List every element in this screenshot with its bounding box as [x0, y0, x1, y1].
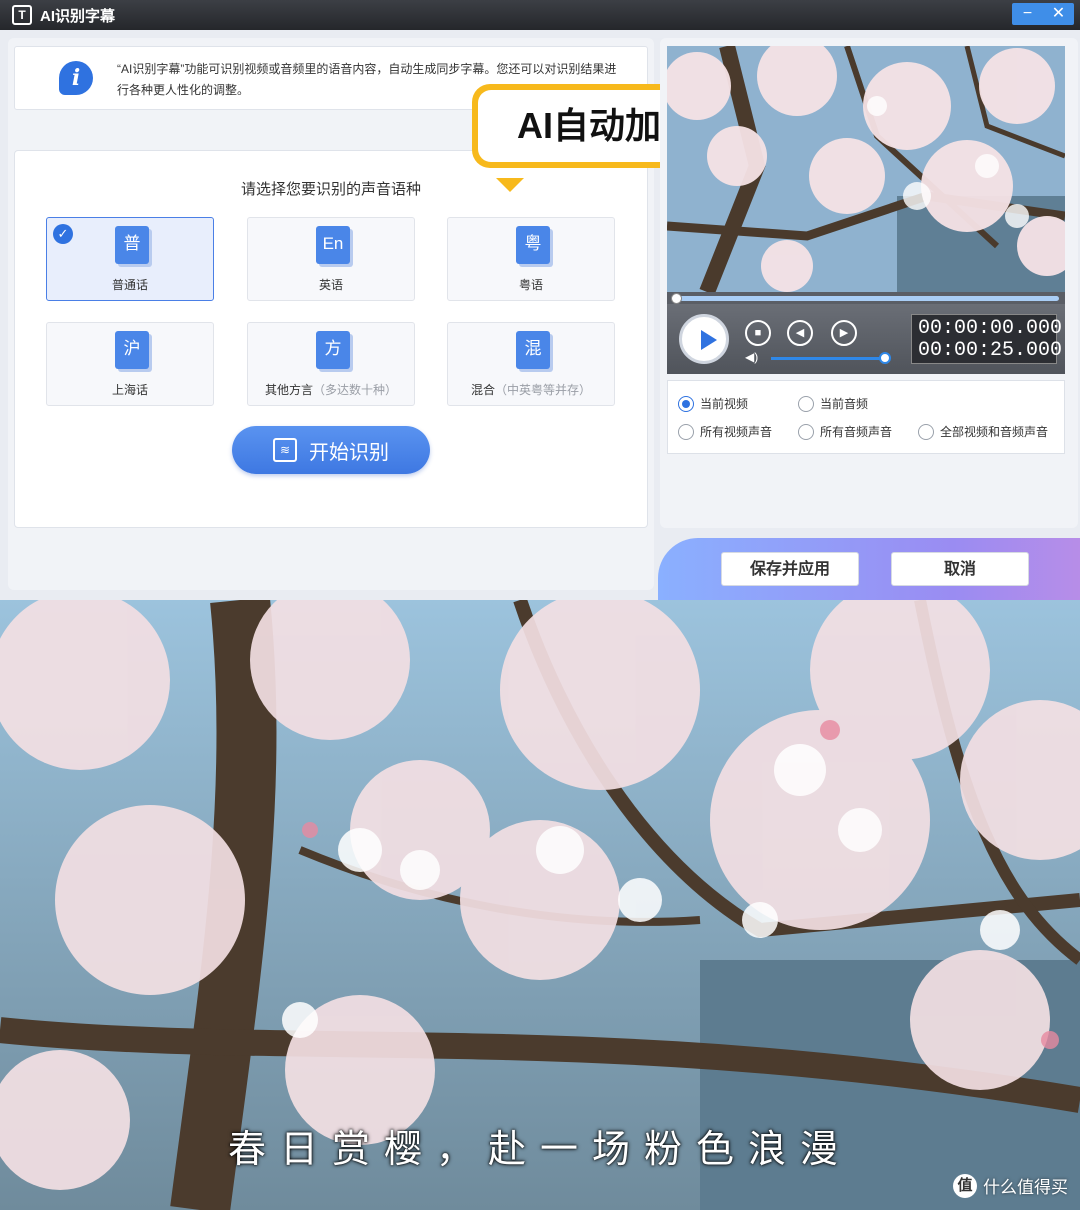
- radio-all-video-and-audio[interactable]: 全部视频和音频声音: [918, 423, 1048, 440]
- language-label: 普通话: [111, 278, 148, 292]
- radio-dot: [918, 423, 934, 440]
- language-label: 粤语: [518, 278, 543, 292]
- watermark-text: 什么值得买: [983, 1178, 1068, 1197]
- language-option-mandarin[interactable]: ✓ 普 普通话: [46, 217, 214, 301]
- radio-current-audio[interactable]: 当前音频: [798, 395, 868, 412]
- radio-all-video-audio[interactable]: 所有视频声音: [678, 423, 772, 440]
- radio-dot: [798, 395, 814, 412]
- book-icon: 混: [516, 331, 550, 369]
- progress-track[interactable]: [671, 293, 1059, 304]
- stop-icon[interactable]: ■: [745, 320, 771, 346]
- subtitle-caption: 春日赏樱，赴一场粉色浪漫: [227, 1127, 852, 1171]
- audio-source-panel: 当前视频 当前音频 所有视频声音 所有音频声音 全部视频和音频声音: [667, 380, 1065, 454]
- language-option-shanghainese[interactable]: 沪 上海话: [46, 322, 214, 406]
- next-frame-icon[interactable]: ▶: [831, 320, 857, 346]
- cancel-button[interactable]: 取消: [891, 552, 1029, 586]
- book-icon: 沪: [115, 331, 149, 369]
- title-bar: T AI识别字幕 − ✕: [0, 0, 1080, 30]
- language-label: 其他方言（多达数十种）: [264, 383, 398, 397]
- language-label: 混合（中英粤等并存）: [470, 383, 592, 397]
- radio-dot: [678, 395, 694, 412]
- language-label: 上海话: [111, 383, 148, 397]
- language-option-dialects[interactable]: 方 其他方言（多达数十种）: [247, 322, 415, 406]
- checkmark-icon: ✓: [53, 224, 73, 244]
- total-time: 00:00:25.000: [918, 339, 1063, 362]
- scan-icon: ≋: [273, 438, 297, 462]
- watermark-logo-icon: 值: [953, 1173, 977, 1198]
- book-icon: 方: [316, 331, 350, 369]
- app-logo-icon: T: [12, 5, 32, 25]
- start-recognition-label: 开始识别: [309, 441, 389, 464]
- radio-all-audio[interactable]: 所有音频声音: [798, 423, 892, 440]
- book-icon: 粤: [516, 226, 550, 264]
- radio-dot: [798, 423, 814, 440]
- radio-dot: [678, 423, 694, 440]
- language-option-english[interactable]: En 英语: [247, 217, 415, 301]
- window-title: AI识别字幕: [40, 7, 116, 25]
- time-display: 00:00:00.000 00:00:25.000: [911, 314, 1063, 364]
- minimize-button[interactable]: −: [1012, 3, 1043, 25]
- volume-knob[interactable]: [879, 352, 891, 364]
- language-heading: 请选择您要识别的声音语种: [240, 181, 421, 198]
- language-option-cantonese[interactable]: 粤 粤语: [447, 217, 615, 301]
- play-button[interactable]: [679, 314, 729, 364]
- current-time: 00:00:00.000: [918, 317, 1063, 340]
- language-label: 英语: [318, 278, 343, 292]
- radio-current-video[interactable]: 当前视频: [678, 395, 748, 412]
- progress-knob[interactable]: [671, 293, 682, 304]
- player-controls: ■ ◀ ▶ ◀) 00:00:00.000 00:00:25.000: [667, 304, 1065, 374]
- watermark: 值 什么值得买: [953, 1173, 1068, 1198]
- language-option-mixed[interactable]: 混 混合（中英粤等并存）: [447, 322, 615, 406]
- book-icon: En: [316, 226, 350, 264]
- save-and-apply-button[interactable]: 保存并应用: [721, 552, 859, 586]
- previous-frame-icon[interactable]: ◀: [787, 320, 813, 346]
- start-recognition-button[interactable]: ≋ 开始识别: [232, 426, 430, 474]
- volume-icon[interactable]: ◀): [745, 350, 758, 364]
- close-button[interactable]: ✕: [1043, 3, 1074, 25]
- callout-pointer: [496, 178, 524, 192]
- window-controls: − ✕: [1012, 3, 1074, 25]
- playback-progress[interactable]: [667, 292, 1065, 304]
- cherry-blossom-preview-image: [667, 46, 1065, 292]
- volume-slider[interactable]: [771, 357, 883, 360]
- book-icon: 普: [115, 226, 149, 264]
- video-preview: [667, 46, 1065, 292]
- info-icon: i: [59, 61, 93, 95]
